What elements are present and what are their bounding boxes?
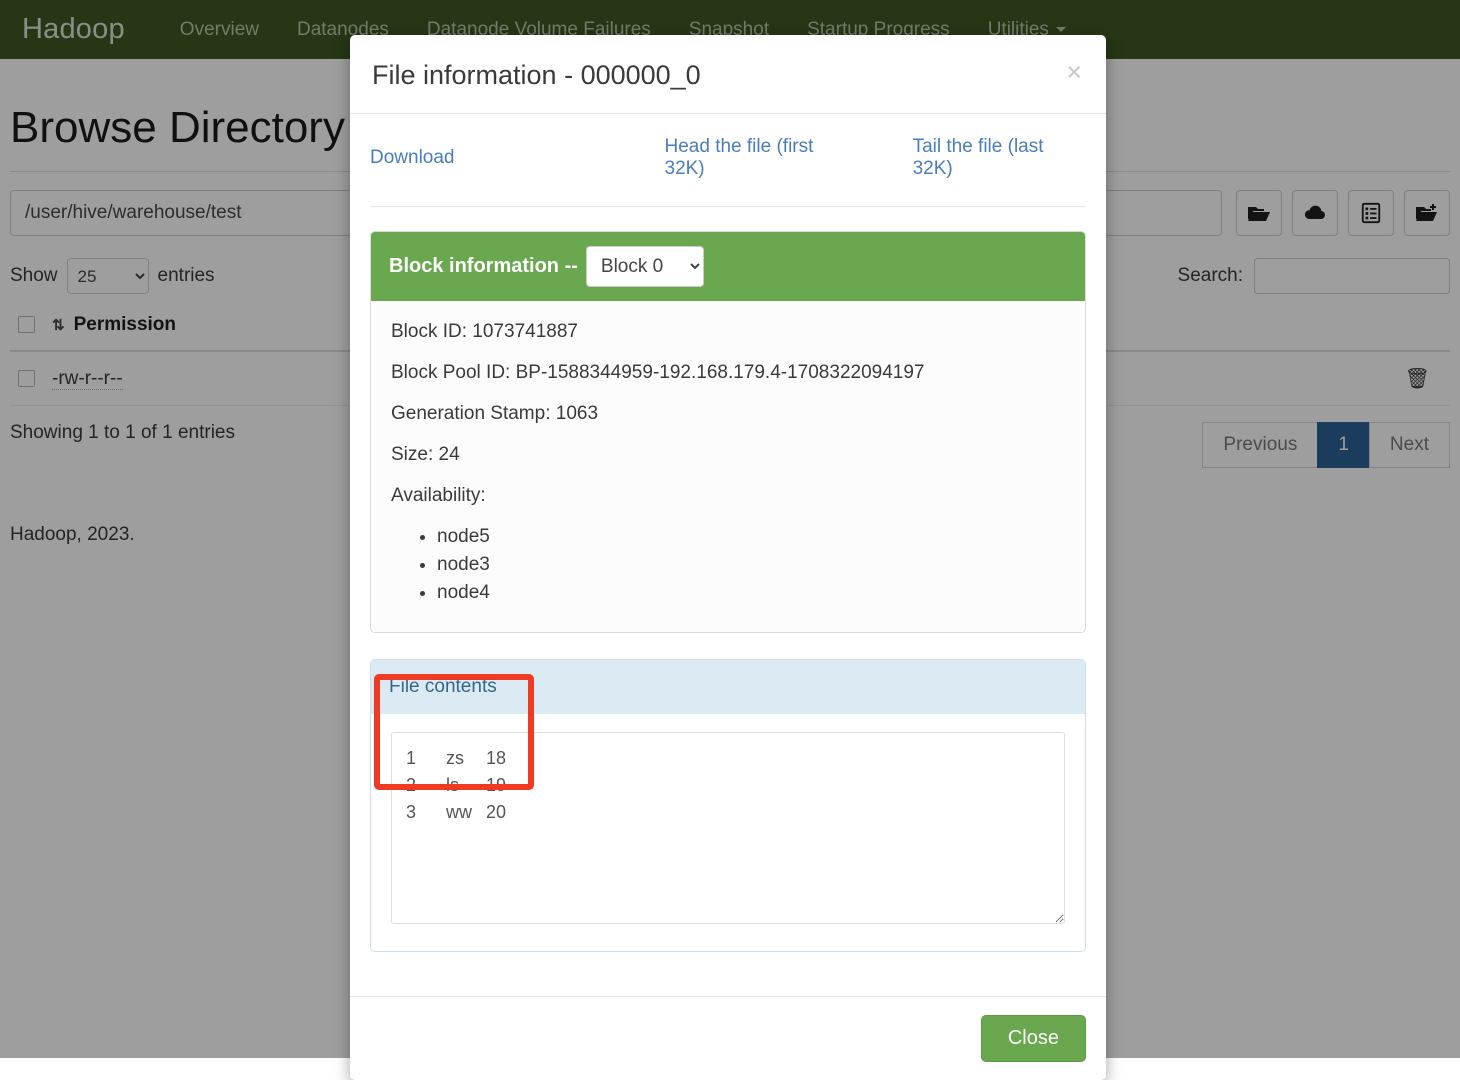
list-item: node5 <box>437 526 1065 548</box>
modal-footer: Close <box>350 996 1106 1080</box>
generation-stamp: Generation Stamp: 1063 <box>391 403 1065 425</box>
block-pool-id: Block Pool ID: BP-1588344959-192.168.179… <box>391 362 1065 384</box>
block-id: Block ID: 1073741887 <box>391 321 1065 343</box>
availability-label: Availability: <box>391 485 1065 507</box>
modal-title: File information - 000000_0 <box>372 59 1084 91</box>
file-information-modal: File information - 000000_0 × Download H… <box>350 35 1106 1080</box>
block-selector[interactable]: Block 0 <box>586 246 704 287</box>
modal-body: Download Head the file (first 32K) Tail … <box>350 114 1106 996</box>
list-item: node4 <box>437 582 1065 604</box>
head-file-link[interactable]: Head the file (first 32K) <box>665 136 856 180</box>
download-link[interactable]: Download <box>370 147 455 169</box>
close-icon[interactable]: × <box>1060 55 1088 90</box>
block-information-header: Block information -- Block 0 <box>371 232 1085 301</box>
block-information-body: Block ID: 1073741887 Block Pool ID: BP-1… <box>371 301 1085 632</box>
list-item: node3 <box>437 554 1065 576</box>
file-contents-panel: File contents 1 zs 18 2 ls 19 3 ww 20 <box>370 659 1086 952</box>
availability-node-list: node5 node3 node4 <box>391 526 1065 604</box>
file-contents-header: File contents <box>371 660 1085 714</box>
tail-file-link[interactable]: Tail the file (last 32K) <box>913 136 1086 180</box>
file-contents-textarea[interactable]: 1 zs 18 2 ls 19 3 ww 20 <box>391 732 1065 924</box>
file-contents-body: 1 zs 18 2 ls 19 3 ww 20 <box>371 714 1085 951</box>
block-information-label: Block information -- <box>389 255 578 278</box>
file-actions: Download Head the file (first 32K) Tail … <box>370 136 1086 207</box>
close-button[interactable]: Close <box>981 1015 1086 1062</box>
block-information-panel: Block information -- Block 0 Block ID: 1… <box>370 231 1086 633</box>
modal-header: File information - 000000_0 × <box>350 35 1106 114</box>
block-size: Size: 24 <box>391 444 1065 466</box>
